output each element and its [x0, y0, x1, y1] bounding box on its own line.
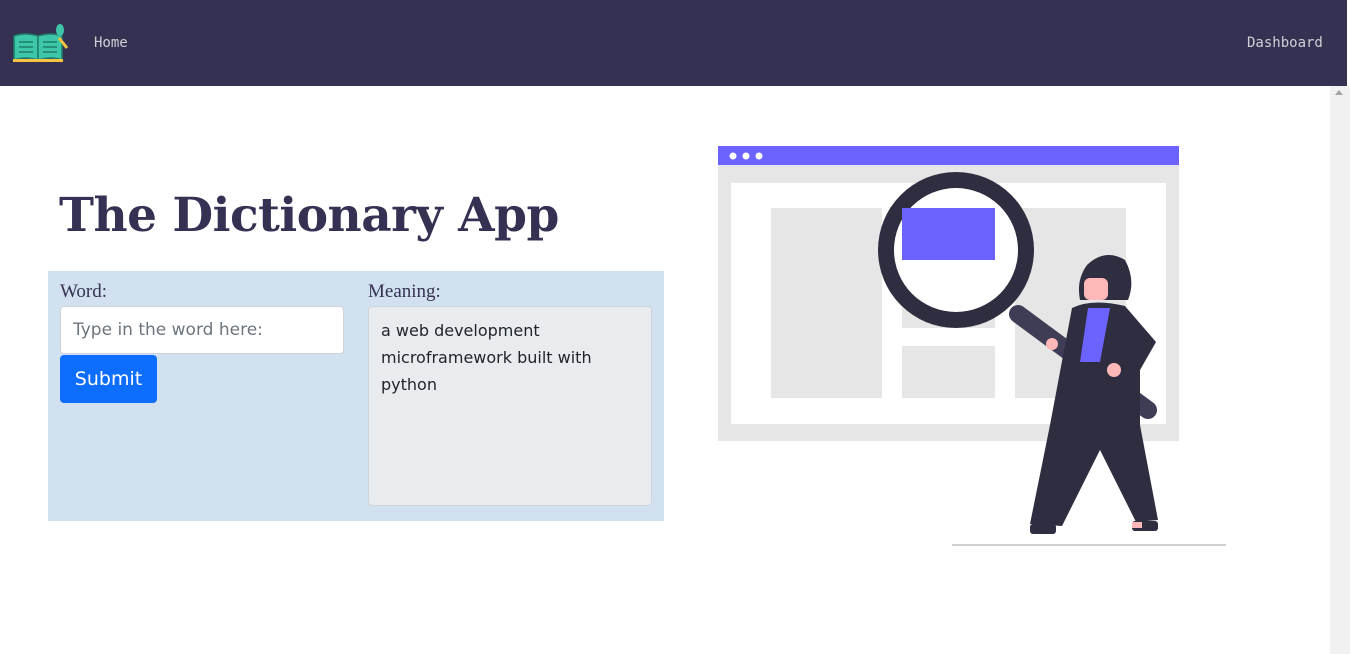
submit-button[interactable]: Submit [60, 355, 157, 403]
nav-dashboard-link[interactable]: Dashboard [1247, 35, 1323, 51]
dictionary-form-panel: Word: Submit Meaning: a web development … [48, 271, 664, 521]
navbar: Home Dashboard [0, 0, 1347, 86]
meaning-output[interactable]: a web development microframework built w… [368, 306, 652, 506]
open-book-icon[interactable] [11, 24, 69, 64]
woman-with-magnifying-glass-illustration [700, 130, 1260, 560]
page-title: The Dictionary App [59, 188, 559, 243]
scroll-up-arrow-icon[interactable] [1335, 90, 1343, 95]
vertical-scrollbar[interactable] [1330, 86, 1350, 654]
word-input[interactable] [60, 306, 344, 354]
word-label: Word: [60, 281, 108, 302]
meaning-label: Meaning: [368, 281, 441, 302]
nav-home-link[interactable]: Home [94, 35, 128, 51]
